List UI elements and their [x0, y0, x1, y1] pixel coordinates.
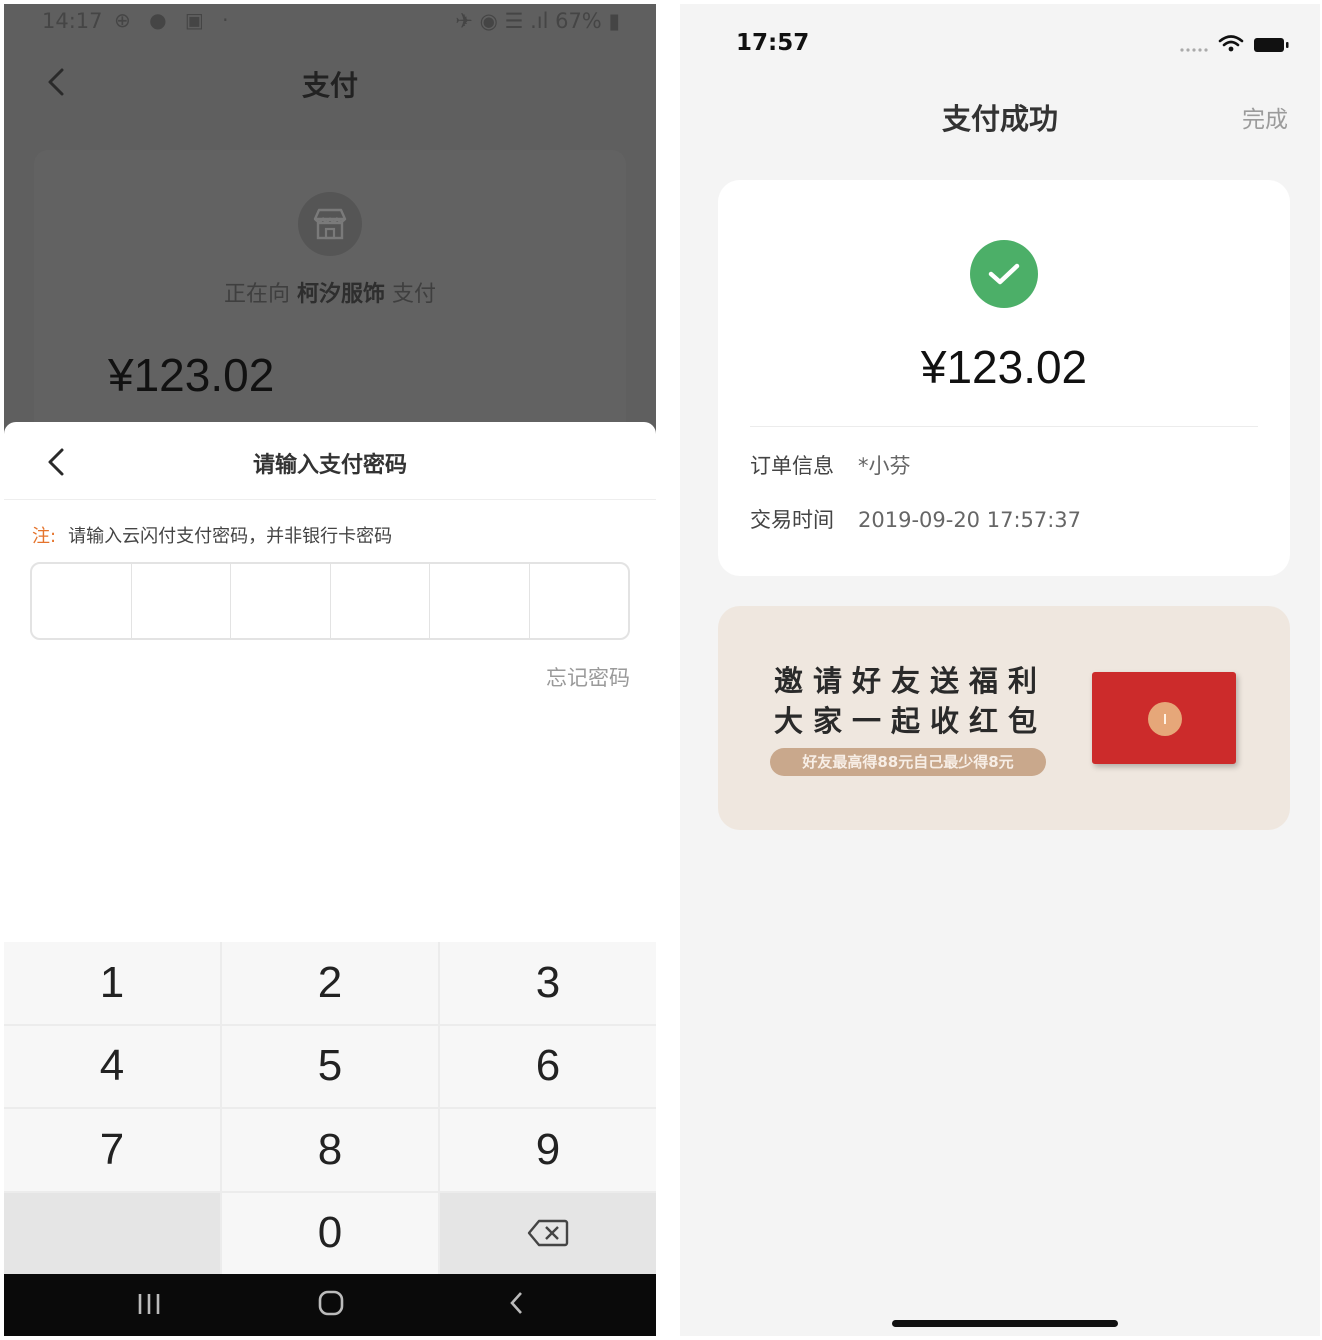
status-right-icons: ✈ ◉ ☰ .ıl 67% ▮ — [455, 9, 620, 33]
screen-divider — [656, 0, 680, 1340]
nav-back-icon[interactable] — [502, 1288, 532, 1318]
note-text: 请输入云闪付支付密码，并非银行卡密码 — [68, 526, 393, 547]
password-digit-cell[interactable] — [231, 564, 331, 638]
status-time: 14:17 — [42, 9, 103, 33]
header: 支付成功 完成 — [680, 90, 1320, 146]
key-6[interactable]: 6 — [440, 1025, 656, 1107]
battery-icon — [1254, 38, 1289, 52]
note-tag: 注: — [32, 526, 57, 547]
success-check-icon — [970, 240, 1038, 308]
key-1[interactable]: 1 — [4, 942, 220, 1024]
password-sheet: 请输入支付密码 注: 请输入云闪付支付密码，并非银行卡密码 忘记密码 1 2 3 … — [4, 422, 656, 1336]
pay-to-suffix: 支付 — [392, 282, 437, 307]
transaction-time-label: 交易时间 — [750, 508, 834, 532]
password-digit-cell[interactable] — [32, 564, 132, 638]
key-9[interactable]: 9 — [440, 1109, 656, 1191]
backspace-icon — [527, 1220, 569, 1247]
password-digit-cell[interactable] — [430, 564, 530, 638]
left-phone-screen: 14:17 ⊕ ● ▣ · ✈ ◉ ☰ .ıl 67% ▮ 支付 正在向 柯汐服… — [4, 4, 656, 1336]
page-title: 支付成功 — [941, 102, 1058, 136]
sheet-header: 请输入支付密码 — [4, 422, 656, 500]
banner-pill: 好友最高得88元自己最少得8元 — [770, 748, 1046, 776]
password-digit-cell[interactable] — [331, 564, 430, 638]
merchant-card: 正在向 柯汐服饰 支付 — [34, 150, 626, 450]
home-icon[interactable] — [316, 1288, 346, 1318]
order-info-row: 订单信息 *小芬 — [750, 450, 911, 480]
red-envelope-icon — [1092, 672, 1236, 764]
home-indicator[interactable] — [892, 1320, 1118, 1327]
banner-subheadline: 大家一起收红包 — [774, 704, 1048, 738]
paid-amount: ¥123.02 — [920, 341, 1088, 393]
recent-apps-icon[interactable] — [134, 1288, 164, 1318]
key-delete[interactable] — [440, 1192, 656, 1274]
forgot-password-link[interactable]: 忘记密码 — [546, 662, 630, 692]
password-digit-cell[interactable] — [530, 564, 629, 638]
password-digit-cell[interactable] — [132, 564, 231, 638]
pay-to-prefix: 正在向 — [223, 282, 290, 307]
key-3[interactable]: 3 — [440, 942, 656, 1024]
key-4[interactable]: 4 — [4, 1025, 220, 1107]
merchant-name: 柯汐服饰 — [296, 282, 385, 307]
password-input[interactable] — [30, 562, 630, 640]
status-bar: 14:17 ⊕ ● ▣ · ✈ ◉ ☰ .ıl 67% ▮ — [4, 4, 656, 40]
key-empty — [4, 1192, 220, 1274]
android-nav-bar — [4, 1274, 656, 1336]
key-8[interactable]: 8 — [222, 1109, 438, 1191]
order-info-label: 订单信息 — [750, 454, 834, 478]
status-time: 17:57 — [736, 30, 810, 56]
store-icon — [298, 192, 362, 256]
status-bar: 17:57 — [680, 4, 1320, 64]
right-phone-screen: 17:57 支付成功 完成 ¥123.02 订单信息 *小芬 交易时间 2019… — [680, 4, 1320, 1336]
notification-icons: ⊕ ● ▣ · — [114, 8, 235, 32]
transaction-time-row: 交易时间 2019-09-20 17:57:37 — [750, 504, 1081, 534]
status-icons — [1180, 35, 1289, 52]
key-7[interactable]: 7 — [4, 1109, 220, 1191]
page-title: 支付 — [301, 69, 358, 102]
payment-result-card: ¥123.02 订单信息 *小芬 交易时间 2019-09-20 17:57:37 — [718, 180, 1290, 576]
banner-headline: 邀请好友送福利 — [774, 664, 1048, 698]
invite-promo-banner[interactable]: 邀请好友送福利 大家一起收红包 好友最高得88元自己最少得8元 — [718, 606, 1290, 830]
numeric-keypad: 1 2 3 4 5 6 7 8 9 0 — [4, 942, 656, 1274]
wifi-icon — [1218, 35, 1244, 47]
key-5[interactable]: 5 — [222, 1025, 438, 1107]
sheet-title: 请输入支付密码 — [252, 453, 407, 478]
transaction-time-value: 2019-09-20 17:57:37 — [858, 508, 1082, 532]
header: 支付 — [4, 54, 656, 110]
password-note: 注: 请输入云闪付支付密码，并非银行卡密码 — [32, 522, 392, 548]
order-info-value: *小芬 — [858, 454, 911, 478]
signal-icon — [1180, 48, 1208, 52]
key-2[interactable]: 2 — [222, 942, 438, 1024]
payment-amount: ¥123.02 — [108, 349, 275, 401]
key-0[interactable]: 0 — [222, 1192, 438, 1274]
divider — [750, 426, 1258, 427]
pay-to-text: 正在向 柯汐服饰 支付 — [34, 276, 626, 308]
envelope-coin-icon — [1148, 702, 1182, 736]
done-button[interactable]: 完成 — [1242, 100, 1288, 134]
